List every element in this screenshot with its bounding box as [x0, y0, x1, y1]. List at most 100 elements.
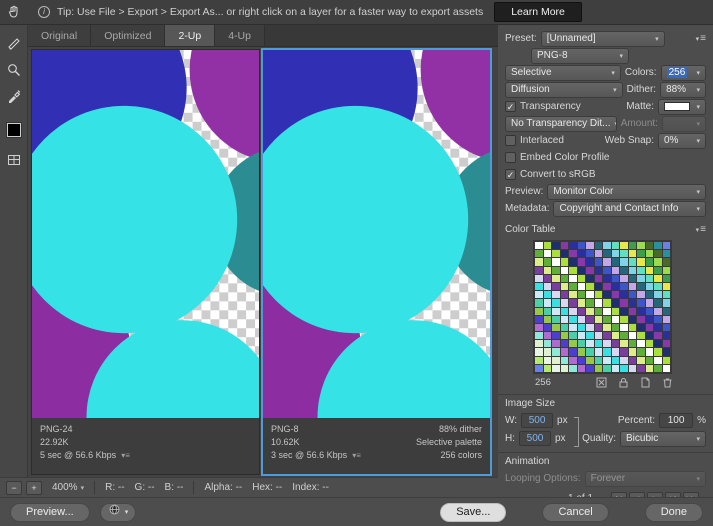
color-swatch[interactable]	[552, 340, 560, 348]
color-swatch[interactable]	[543, 340, 551, 348]
color-swatch[interactable]	[569, 315, 577, 323]
color-swatch[interactable]	[543, 282, 551, 291]
foreground-color-swatch[interactable]	[0, 117, 28, 143]
color-swatch[interactable]	[611, 258, 619, 266]
dither-algorithm-select[interactable]: Diffusion ▾	[505, 81, 623, 98]
color-swatch[interactable]	[645, 274, 653, 282]
color-swatch[interactable]	[543, 266, 551, 274]
zoom-level-select[interactable]: 400% ▾	[52, 482, 84, 493]
color-swatch[interactable]	[535, 332, 543, 340]
color-swatch[interactable]	[552, 356, 560, 364]
color-swatch[interactable]	[662, 242, 670, 250]
zoom-in-button[interactable]: +	[26, 480, 42, 495]
color-swatch[interactable]	[628, 274, 636, 282]
lock-color-icon[interactable]	[618, 377, 629, 388]
color-swatch[interactable]	[586, 315, 594, 323]
color-swatch[interactable]	[586, 340, 594, 348]
color-swatch[interactable]	[569, 356, 577, 364]
embed-color-profile-checkbox[interactable]	[505, 152, 516, 163]
color-swatch[interactable]	[662, 282, 670, 291]
color-swatch[interactable]	[569, 332, 577, 340]
dither-amount-select[interactable]: 88% ▾	[660, 81, 706, 98]
color-swatch[interactable]	[586, 307, 594, 315]
color-swatch[interactable]	[603, 315, 611, 323]
color-swatch[interactable]	[637, 282, 645, 291]
color-swatch[interactable]	[620, 266, 628, 274]
color-swatch[interactable]	[543, 274, 551, 282]
color-swatch[interactable]	[662, 250, 670, 258]
color-swatch[interactable]	[654, 364, 662, 372]
color-swatch[interactable]	[662, 356, 670, 364]
transparency-checkbox[interactable]: ✓	[505, 101, 516, 112]
percent-field[interactable]: 100	[659, 413, 694, 428]
color-swatch[interactable]	[594, 307, 602, 315]
color-swatch[interactable]	[577, 242, 585, 250]
color-table-menu-icon[interactable]: ▾ ≡	[696, 224, 706, 235]
color-swatch[interactable]	[594, 299, 602, 307]
color-swatch[interactable]	[603, 332, 611, 340]
color-swatch[interactable]	[662, 364, 670, 372]
color-swatch[interactable]	[543, 356, 551, 364]
color-swatch[interactable]	[535, 242, 543, 250]
color-swatch[interactable]	[577, 282, 585, 291]
color-swatch[interactable]	[628, 340, 636, 348]
color-swatch[interactable]	[577, 348, 585, 356]
color-swatch[interactable]	[628, 291, 636, 299]
color-swatch[interactable]	[543, 348, 551, 356]
color-swatch[interactable]	[594, 242, 602, 250]
color-swatch[interactable]	[645, 340, 653, 348]
color-swatch[interactable]	[552, 332, 560, 340]
color-swatch[interactable]	[628, 258, 636, 266]
color-swatch[interactable]	[603, 348, 611, 356]
color-swatch[interactable]	[662, 332, 670, 340]
color-swatch[interactable]	[620, 291, 628, 299]
color-swatch[interactable]	[645, 250, 653, 258]
color-swatch[interactable]	[603, 274, 611, 282]
color-reduction-select[interactable]: Selective ▾	[505, 64, 621, 81]
color-swatch[interactable]	[577, 315, 585, 323]
color-swatch[interactable]	[637, 274, 645, 282]
color-swatch[interactable]	[535, 299, 543, 307]
color-swatch[interactable]	[645, 242, 653, 250]
color-swatch[interactable]	[560, 299, 568, 307]
color-swatch[interactable]	[654, 348, 662, 356]
color-swatch[interactable]	[645, 315, 653, 323]
color-swatch[interactable]	[560, 356, 568, 364]
color-swatch[interactable]	[628, 282, 636, 291]
color-swatch[interactable]	[620, 299, 628, 307]
link-dimensions-bracket[interactable]	[574, 417, 579, 447]
color-swatch[interactable]	[594, 282, 602, 291]
color-swatch[interactable]	[560, 274, 568, 282]
color-swatch[interactable]	[577, 340, 585, 348]
color-swatch[interactable]	[560, 323, 568, 332]
color-swatch[interactable]	[611, 242, 619, 250]
color-swatch[interactable]	[535, 274, 543, 282]
color-swatch[interactable]	[560, 266, 568, 274]
color-swatch[interactable]	[603, 307, 611, 315]
color-swatch[interactable]	[637, 356, 645, 364]
color-swatch[interactable]	[662, 258, 670, 266]
matte-select[interactable]: ▾	[658, 98, 706, 115]
color-swatch[interactable]	[569, 299, 577, 307]
color-swatch[interactable]	[628, 307, 636, 315]
color-swatch[interactable]	[620, 250, 628, 258]
color-swatch[interactable]	[569, 274, 577, 282]
color-swatch[interactable]	[620, 332, 628, 340]
color-swatch[interactable]	[577, 332, 585, 340]
color-swatch[interactable]	[620, 340, 628, 348]
color-swatch[interactable]	[535, 340, 543, 348]
color-swatch[interactable]	[654, 282, 662, 291]
color-swatch[interactable]	[603, 299, 611, 307]
color-swatch[interactable]	[654, 332, 662, 340]
color-swatch[interactable]	[654, 250, 662, 258]
interlaced-checkbox[interactable]	[505, 135, 516, 146]
color-swatch[interactable]	[594, 291, 602, 299]
color-swatch[interactable]	[543, 364, 551, 372]
color-swatch[interactable]	[637, 266, 645, 274]
color-swatch[interactable]	[628, 299, 636, 307]
color-swatch[interactable]	[603, 364, 611, 372]
color-swatch[interactable]	[628, 356, 636, 364]
color-swatch[interactable]	[637, 364, 645, 372]
preview-pane-original[interactable]: PNG-24 22.92K 5 sec @ 56.6 Kbps ▾≡	[31, 49, 260, 475]
color-swatch[interactable]	[594, 340, 602, 348]
